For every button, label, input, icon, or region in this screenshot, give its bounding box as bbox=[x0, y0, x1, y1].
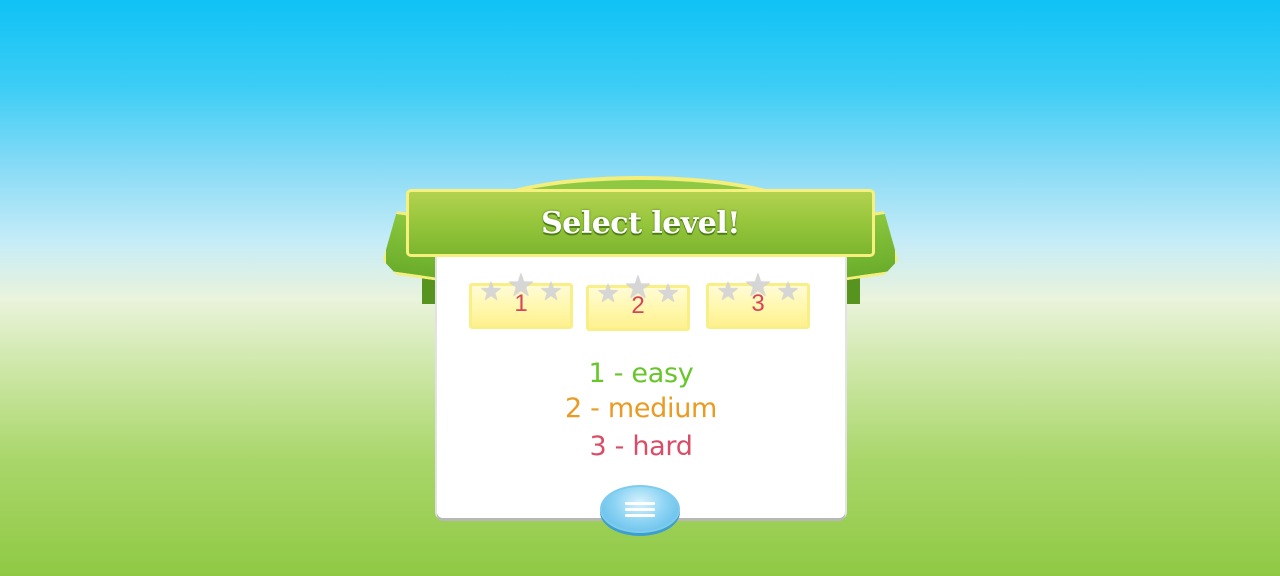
level-1-number: 1 bbox=[514, 290, 528, 317]
legend-hard: 3 - hard bbox=[589, 431, 693, 462]
menu-button[interactable] bbox=[600, 485, 680, 533]
level-3-button[interactable]: ★ ★ ★ 3 bbox=[706, 269, 810, 329]
legend-easy: 1 - easy bbox=[588, 358, 694, 389]
level-2-number: 2 bbox=[631, 292, 645, 319]
level-1-button[interactable]: ★ ★ ★ 1 bbox=[469, 269, 573, 329]
legend-medium: 2 - medium bbox=[564, 393, 718, 424]
menu-icon bbox=[625, 501, 655, 517]
title-banner: Select level! bbox=[406, 189, 875, 257]
dialog-title: Select level! bbox=[541, 205, 740, 241]
level-3-number: 3 bbox=[751, 290, 765, 317]
level-2-button[interactable]: ★ ★ ★ 2 bbox=[586, 271, 690, 331]
